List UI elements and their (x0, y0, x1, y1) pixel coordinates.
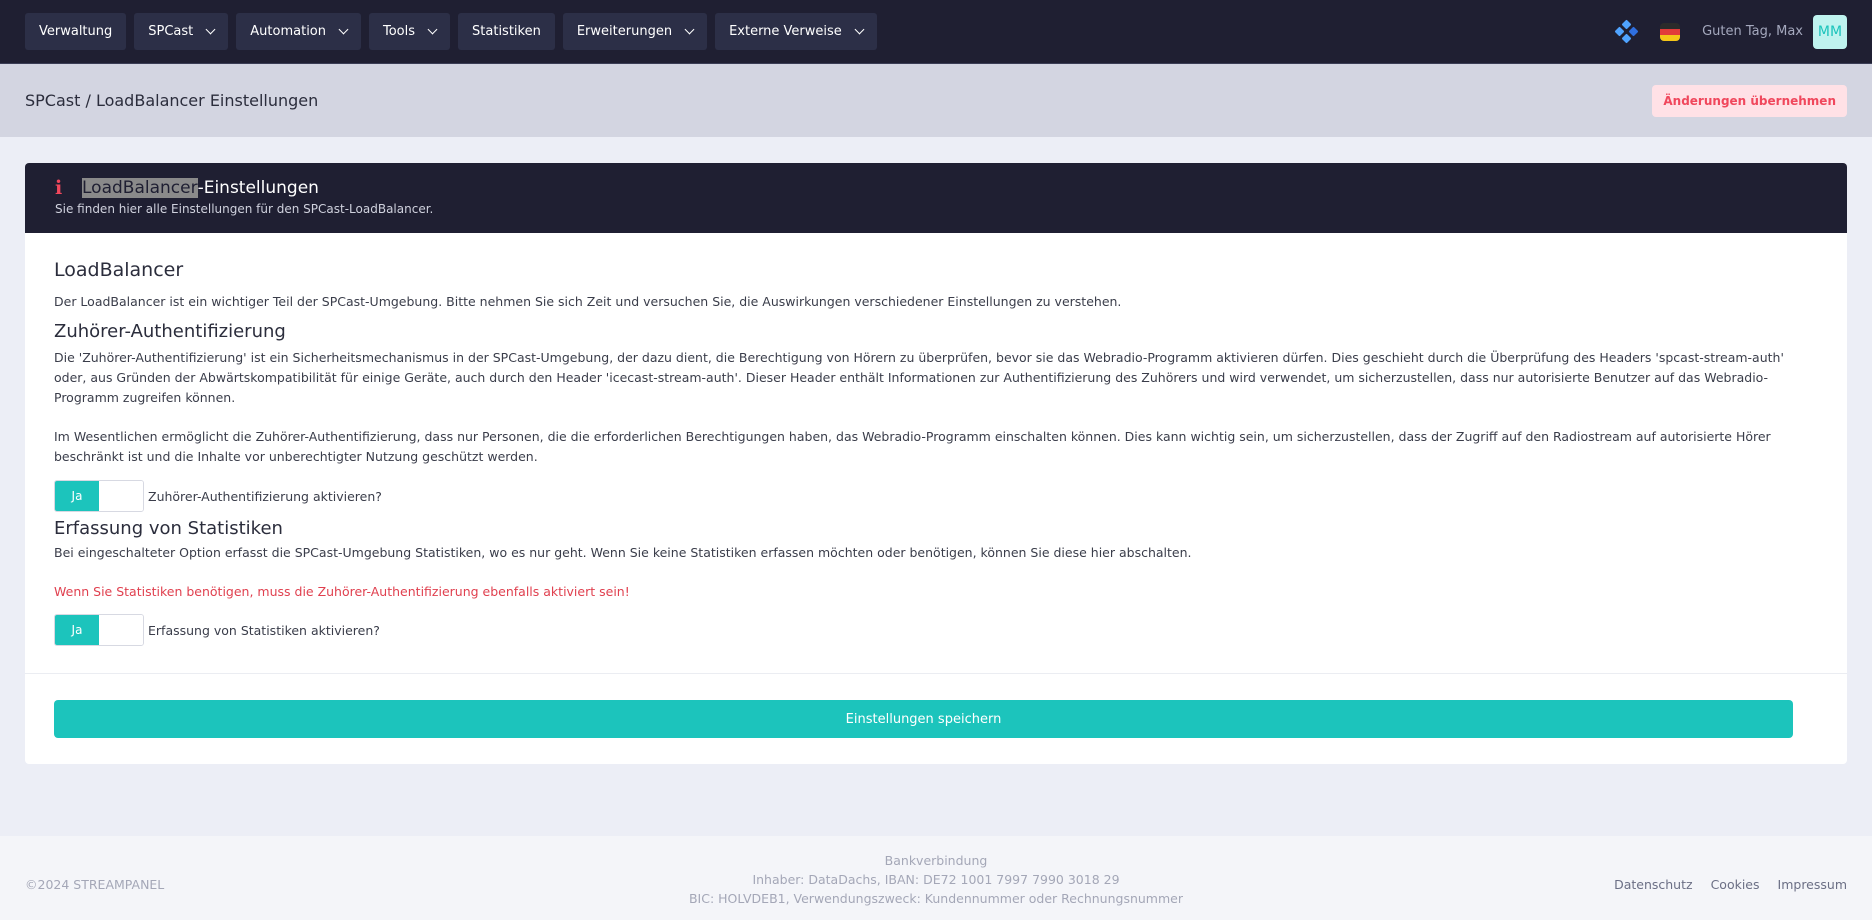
card-title: i LoadBalancer -Einstellungen (55, 177, 1817, 199)
auth-heading: Zuhörer-Authentifizierung (54, 321, 286, 342)
toggle-off-area (99, 615, 143, 645)
auth-toggle[interactable]: Ja (54, 480, 144, 512)
chevron-down-icon (684, 24, 695, 35)
nav-label: Verwaltung (39, 24, 113, 39)
nav-spcast[interactable]: SPCast (134, 13, 229, 50)
nav-label: Erweiterungen (576, 24, 673, 39)
chevron-down-icon (854, 24, 865, 35)
nav-verwaltung[interactable]: Verwaltung (25, 13, 127, 50)
bank-line-2: BIC: HOLVDEB1, Verwendungszweck: Kundenn… (688, 891, 1183, 906)
bank-info: Bankverbindung Inhaber: DataDachs, IBAN:… (0, 851, 1872, 908)
card-title-rest: -Einstellungen (197, 178, 319, 198)
greeting-text: Guten Tag, Max (1702, 24, 1803, 39)
toggle-on-label: Ja (55, 615, 99, 645)
card-body: LoadBalancer Der LoadBalancer ist ein wi… (25, 233, 1847, 646)
link-datenschutz[interactable]: Datenschutz (1614, 877, 1693, 892)
toggle-off-area (99, 481, 143, 511)
nav-label: SPCast (148, 24, 194, 39)
toggle-on-label: Ja (55, 481, 99, 511)
bank-line-1: Inhaber: DataDachs, IBAN: DE72 1001 7997… (752, 872, 1120, 887)
chevron-down-icon (427, 24, 438, 35)
nav-externe-verweise[interactable]: Externe Verweise (715, 13, 877, 50)
nav-label: Tools (383, 24, 416, 39)
german-flag-icon[interactable] (1660, 22, 1681, 41)
stats-heading: Erfassung von Statistiken (54, 518, 283, 539)
top-navbar: Verwaltung SPCast Automation Tools Stati… (0, 0, 1872, 64)
apply-changes-button[interactable]: Änderungen übernehmen (1652, 84, 1847, 117)
card-subtitle: Sie finden hier alle Einstellungen für d… (55, 202, 434, 216)
stats-toggle-label: Erfassung von Statistiken aktivieren? (148, 622, 380, 638)
copyright: ©2024 STREAMPANEL (25, 877, 165, 892)
nav-label: Automation (250, 24, 326, 39)
stats-toggle[interactable]: Ja (54, 614, 144, 646)
card-header: i LoadBalancer -Einstellungen Sie finden … (25, 163, 1847, 233)
auth-text-1: Die 'Zuhörer-Authentifizierung' ist ein … (54, 350, 1784, 405)
settings-card: i LoadBalancer -Einstellungen Sie finden … (25, 163, 1847, 764)
auth-text-2: Im Wesentlichen ermöglicht die Zuhörer-A… (54, 429, 1771, 464)
nav-statistiken[interactable]: Statistiken (458, 13, 555, 50)
nav-label: Externe Verweise (729, 24, 842, 39)
loadbalancer-text: Der LoadBalancer ist ein wichtiger Teil … (54, 294, 1122, 309)
breadcrumb: SPCast / LoadBalancer Einstellungen (25, 91, 319, 110)
chevron-down-icon (205, 24, 216, 35)
auth-toggle-label: Zuhörer-Authentifizierung aktivieren? (148, 488, 382, 504)
stats-warning: Wenn Sie Statistiken benötigen, muss die… (54, 584, 630, 599)
bank-title: Bankverbindung (884, 853, 988, 868)
page-footer: Bankverbindung Inhaber: DataDachs, IBAN:… (0, 836, 1872, 920)
loadbalancer-heading: LoadBalancer (54, 259, 184, 281)
nav-label: Statistiken (472, 24, 541, 39)
chevron-down-icon (338, 24, 349, 35)
card-title-highlight: LoadBalancer (82, 178, 198, 198)
link-cookies[interactable]: Cookies (1711, 877, 1760, 892)
stats-text: Bei eingeschalteter Option erfasst die S… (54, 545, 1192, 560)
stats-toggle-row: Ja Erfassung von Statistiken aktivieren? (54, 614, 1818, 646)
info-icon: i (55, 177, 63, 199)
main-nav: Verwaltung SPCast Automation Tools Stati… (25, 13, 877, 50)
nav-erweiterungen[interactable]: Erweiterungen (562, 13, 708, 50)
save-settings-button[interactable]: Einstellungen speichern (54, 700, 1793, 738)
nav-automation[interactable]: Automation (236, 13, 361, 50)
card-footer: Einstellungen speichern (25, 673, 1847, 738)
avatar[interactable]: MM (1813, 14, 1847, 49)
user-area: Guten Tag, Max MM (1614, 14, 1847, 49)
diamond-logo-icon[interactable] (1614, 19, 1639, 43)
nav-tools[interactable]: Tools (369, 13, 451, 50)
footer-links: Datenschutz Cookies Impressum (1614, 877, 1847, 892)
link-impressum[interactable]: Impressum (1778, 877, 1847, 892)
page-subheader: SPCast / LoadBalancer Einstellungen Ände… (0, 64, 1872, 137)
auth-toggle-row: Ja Zuhörer-Authentifizierung aktivieren? (54, 480, 1818, 512)
